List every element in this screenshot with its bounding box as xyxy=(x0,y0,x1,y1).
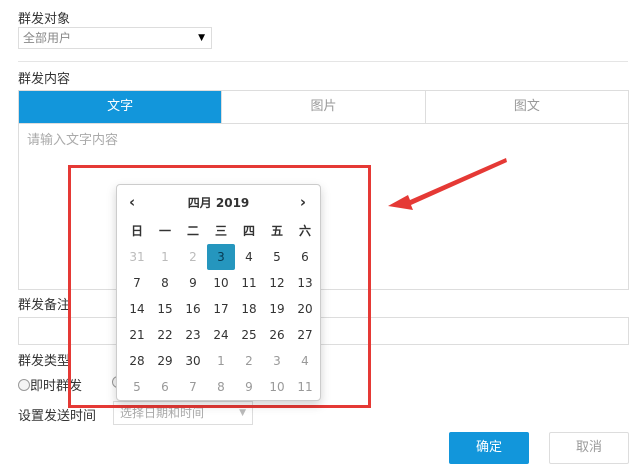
date-cell[interactable]: 9 xyxy=(235,374,263,400)
date-cell[interactable]: 3 xyxy=(207,244,235,270)
date-cell[interactable]: 4 xyxy=(235,244,263,270)
weekday-header: 一 xyxy=(158,224,171,238)
tab-image[interactable]: 图片 xyxy=(222,91,426,123)
date-cell[interactable]: 3 xyxy=(263,348,291,374)
date-cell[interactable]: 6 xyxy=(291,244,319,270)
date-cell[interactable]: 19 xyxy=(263,296,291,322)
weekday-header: 六 xyxy=(298,224,311,238)
date-picker-header: ‹ 四月 2019 › xyxy=(117,193,320,213)
date-cell[interactable]: 17 xyxy=(207,296,235,322)
date-cell[interactable]: 8 xyxy=(207,374,235,400)
date-cell[interactable]: 27 xyxy=(291,322,319,348)
date-cell[interactable]: 14 xyxy=(123,296,151,322)
date-cell[interactable]: 9 xyxy=(179,270,207,296)
date-cell[interactable]: 8 xyxy=(151,270,179,296)
date-cell[interactable]: 28 xyxy=(123,348,151,374)
divider xyxy=(18,61,628,62)
date-cell[interactable]: 15 xyxy=(151,296,179,322)
date-cell[interactable]: 1 xyxy=(151,244,179,270)
date-cell[interactable]: 20 xyxy=(291,296,319,322)
date-cell[interactable]: 7 xyxy=(179,374,207,400)
chevron-right-icon[interactable]: › xyxy=(300,193,306,211)
date-cell[interactable]: 31 xyxy=(123,244,151,270)
annotation-arrow-icon xyxy=(388,158,507,210)
confirm-button[interactable]: 确定 xyxy=(449,432,529,464)
date-cell[interactable]: 12 xyxy=(263,270,291,296)
date-grid: 日一二三四五六 31 1 2 3 4 5 6 7 8 9 10 11 12 13 14 15 16 17 18 19 20… xyxy=(123,218,319,400)
date-cell[interactable]: 6 xyxy=(151,374,179,400)
weekday-header: 五 xyxy=(270,224,283,238)
content-tabs: 文字 图片 图文 xyxy=(18,90,629,124)
date-cell[interactable]: 18 xyxy=(235,296,263,322)
target-select-value: 全部用户 xyxy=(23,31,72,45)
date-cell[interactable]: 11 xyxy=(235,270,263,296)
date-cell[interactable]: 2 xyxy=(179,244,207,270)
date-cell[interactable]: 29 xyxy=(151,348,179,374)
date-cell[interactable]: 5 xyxy=(263,244,291,270)
date-cell[interactable]: 21 xyxy=(123,322,151,348)
date-cell[interactable]: 1 xyxy=(207,348,235,374)
content-label: 群发内容 xyxy=(18,72,71,87)
target-select[interactable]: 全部用户 ▼ xyxy=(18,27,212,49)
text-placeholder: 请输入文字内容 xyxy=(27,133,119,148)
radio-icon[interactable] xyxy=(18,379,30,391)
date-cell[interactable]: 24 xyxy=(207,322,235,348)
cancel-button[interactable]: 取消 xyxy=(549,432,629,464)
date-picker: ‹ 四月 2019 › 日一二三四五六 31 1 2 3 4 5 6 7 8 9 10 11 12 13 14… xyxy=(116,184,321,401)
date-cell[interactable]: 26 xyxy=(263,322,291,348)
dropdown-arrow-icon: ▼ xyxy=(198,33,205,43)
date-cell[interactable]: 30 xyxy=(179,348,207,374)
date-cell[interactable]: 25 xyxy=(235,322,263,348)
date-cell[interactable]: 5 xyxy=(123,374,151,400)
date-cell[interactable]: 4 xyxy=(291,348,319,374)
date-cell[interactable]: 7 xyxy=(123,270,151,296)
date-picker-title: 四月 2019 xyxy=(187,196,250,210)
remark-label: 群发备注 xyxy=(18,298,71,313)
tab-article[interactable]: 图文 xyxy=(426,91,628,123)
weekday-header: 三 xyxy=(214,224,227,238)
date-cell[interactable]: 10 xyxy=(263,374,291,400)
target-label: 群发对象 xyxy=(18,12,71,27)
weekday-header: 四 xyxy=(242,224,255,238)
weekday-header: 二 xyxy=(186,224,199,238)
date-cell[interactable]: 13 xyxy=(291,270,319,296)
date-cell[interactable]: 10 xyxy=(207,270,235,296)
date-cell[interactable]: 16 xyxy=(179,296,207,322)
weekday-header: 日 xyxy=(130,224,143,238)
tab-text[interactable]: 文字 xyxy=(19,91,223,123)
datetime-placeholder: 选择日期和时间 xyxy=(120,406,205,420)
date-cell[interactable]: 2 xyxy=(235,348,263,374)
date-cell[interactable]: 11 xyxy=(291,374,319,400)
date-cell[interactable]: 22 xyxy=(151,322,179,348)
type-label: 群发类型 xyxy=(18,354,71,369)
date-cell[interactable]: 23 xyxy=(179,322,207,348)
